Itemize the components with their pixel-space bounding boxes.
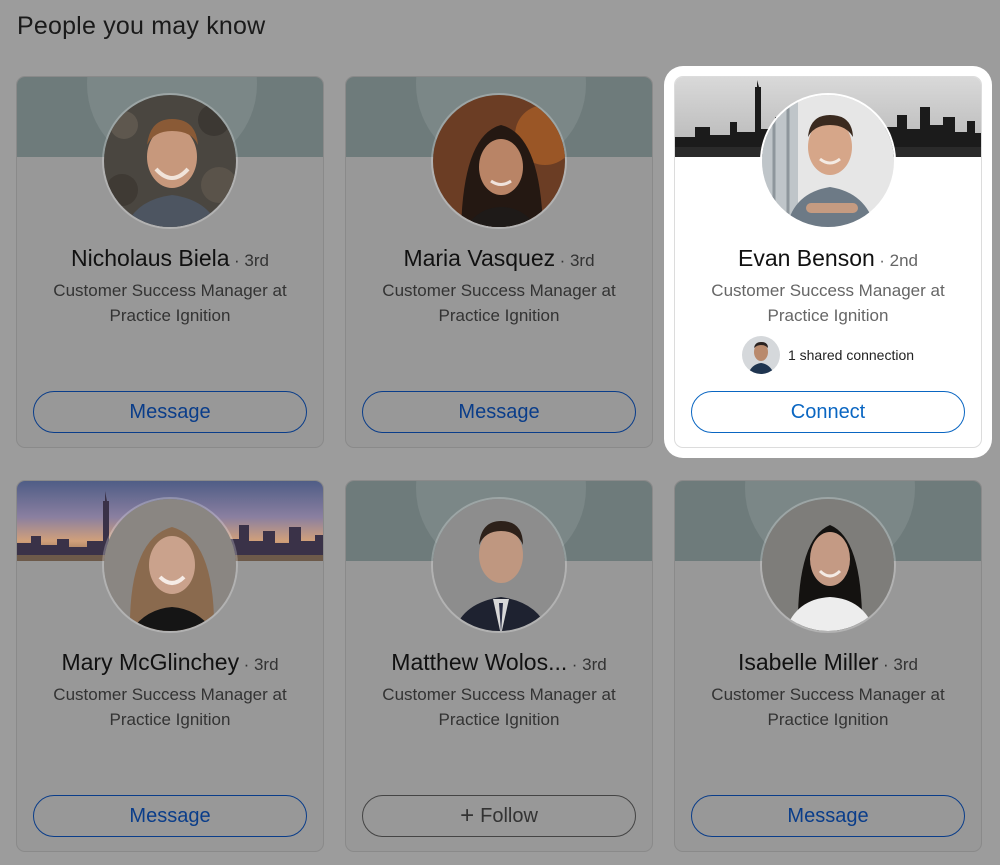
person-card[interactable]: Matthew Wolos... · 3rd Customer Success … bbox=[345, 480, 653, 852]
avatar[interactable] bbox=[102, 497, 238, 633]
connection-degree: · 3rd bbox=[234, 251, 269, 270]
person-headline: Customer Success Manager at Practice Ign… bbox=[53, 281, 287, 325]
connection-degree: · 3rd bbox=[883, 655, 919, 674]
person-name[interactable]: Mary McGlinchey bbox=[61, 649, 239, 675]
person-card[interactable]: Maria Vasquez · 3rd Customer Success Man… bbox=[345, 76, 653, 448]
message-button[interactable]: Message bbox=[33, 391, 307, 433]
connect-button[interactable]: Connect bbox=[691, 391, 965, 433]
person-headline: Customer Success Manager at Practice Ign… bbox=[53, 685, 287, 729]
person-name[interactable]: Isabelle Miller bbox=[738, 649, 879, 675]
shared-connections[interactable]: 1 shared connection bbox=[675, 335, 981, 375]
person-name[interactable]: Evan Benson bbox=[738, 245, 875, 271]
person-card-highlighted[interactable]: Evan Benson · 2nd Customer Success Manag… bbox=[674, 76, 982, 448]
message-button[interactable]: Message bbox=[691, 795, 965, 837]
name-line: Nicholaus Biela · 3rd bbox=[17, 245, 323, 272]
person-name[interactable]: Maria Vasquez bbox=[403, 245, 555, 271]
connection-degree: · 2nd bbox=[879, 251, 919, 270]
message-button[interactable]: Message bbox=[362, 391, 636, 433]
name-line: Matthew Wolos... · 3rd bbox=[346, 649, 652, 676]
person-headline: Customer Success Manager at Practice Ign… bbox=[711, 281, 945, 325]
page-title: People you may know bbox=[17, 12, 266, 40]
follow-button[interactable]: + Follow bbox=[362, 795, 636, 837]
connection-degree: · 3rd bbox=[243, 655, 279, 674]
name-line: Mary McGlinchey · 3rd bbox=[17, 649, 323, 676]
person-card[interactable]: Isabelle Miller · 3rd Customer Success M… bbox=[674, 480, 982, 852]
follow-label: Follow bbox=[480, 804, 538, 827]
person-card[interactable]: Mary McGlinchey · 3rd Customer Success M… bbox=[16, 480, 324, 852]
connection-degree: · 3rd bbox=[559, 251, 595, 270]
message-button[interactable]: Message bbox=[33, 795, 307, 837]
avatar[interactable] bbox=[102, 93, 238, 229]
shared-connection-text: 1 shared connection bbox=[787, 347, 915, 363]
avatar[interactable] bbox=[431, 93, 567, 229]
person-name[interactable]: Nicholaus Biela bbox=[71, 245, 230, 271]
name-line: Evan Benson · 2nd bbox=[675, 245, 981, 272]
person-headline: Customer Success Manager at Practice Ign… bbox=[711, 685, 945, 729]
name-line: Maria Vasquez · 3rd bbox=[346, 245, 652, 272]
person-headline: Customer Success Manager at Practice Ign… bbox=[382, 685, 616, 729]
avatar[interactable] bbox=[431, 497, 567, 633]
shared-connection-avatar bbox=[741, 336, 780, 374]
avatar[interactable] bbox=[760, 497, 896, 633]
plus-icon: + bbox=[460, 802, 475, 829]
person-card[interactable]: Nicholaus Biela · 3rd Customer Success M… bbox=[16, 76, 324, 448]
person-name[interactable]: Matthew Wolos... bbox=[391, 649, 567, 675]
avatar[interactable] bbox=[760, 93, 896, 229]
name-line: Isabelle Miller · 3rd bbox=[675, 649, 981, 676]
connection-degree: · 3rd bbox=[571, 655, 607, 674]
person-headline: Customer Success Manager at Practice Ign… bbox=[382, 281, 616, 325]
